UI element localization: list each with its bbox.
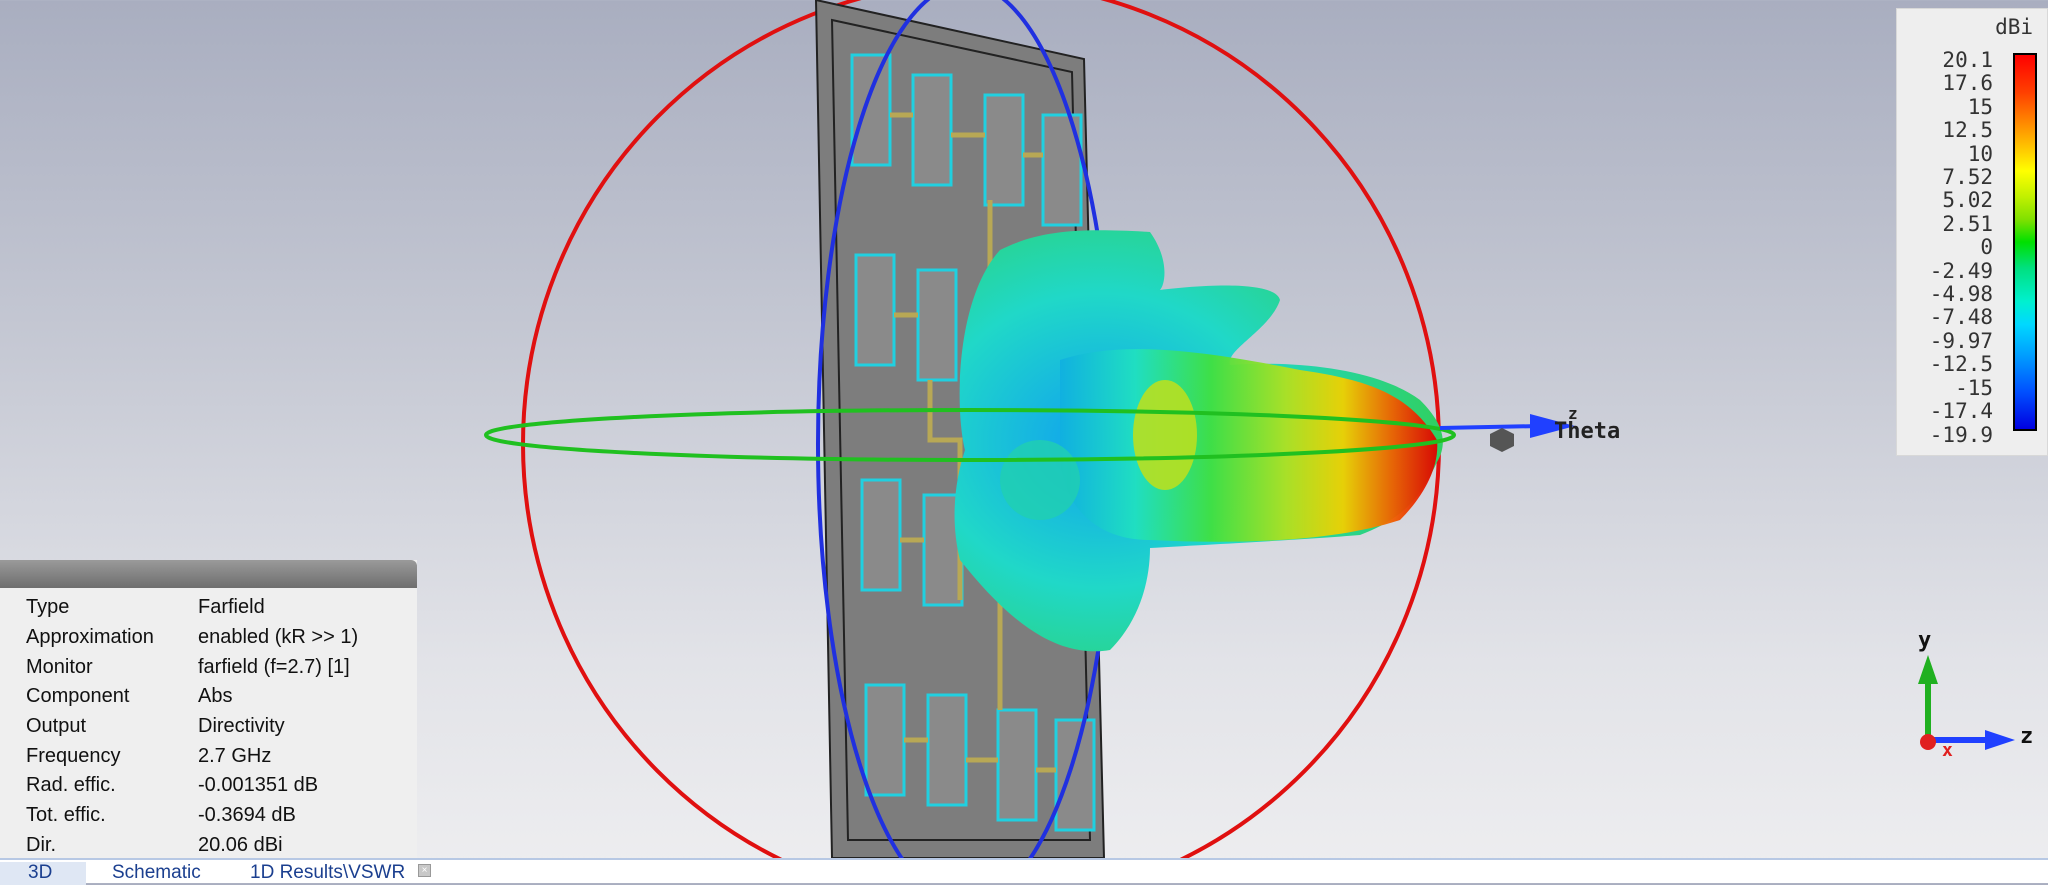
- info-row: Tot. effic. -0.3694 dB: [26, 801, 358, 831]
- legend-tick: 2.51: [1942, 211, 1993, 236]
- axis-z-label: z: [2020, 724, 2034, 749]
- tab-1d-results-vswr[interactable]: 1D Results\VSWR: [250, 862, 405, 884]
- tab-schematic[interactable]: Schematic: [112, 862, 201, 884]
- legend-tick: -9.97: [1929, 328, 1993, 353]
- info-row: Type Farfield: [26, 593, 358, 623]
- legend-tick: -12.5: [1929, 352, 1993, 377]
- legend-tick: 15: [1967, 94, 1993, 119]
- legend-unit: dBi: [1995, 15, 2033, 39]
- info-value: Directivity: [198, 715, 285, 738]
- legend-tick: -4.98: [1929, 282, 1993, 307]
- info-value: 20.06 dBi: [198, 833, 283, 856]
- z-small-label: z: [1568, 404, 1578, 423]
- info-key: Tot. effic.: [26, 804, 106, 827]
- legend-tick: 10: [1967, 141, 1993, 166]
- legend-ticks: 20.1 17.6 15 12.5 10 7.52 5.02 2.51 0 -2…: [1903, 48, 1993, 447]
- info-key: Type: [26, 596, 70, 619]
- info-row: Dir. 20.06 dBi: [26, 831, 358, 861]
- info-table: Type Farfield Approximation enabled (kR >>…: [26, 593, 358, 860]
- farfield-pattern: [954, 230, 1443, 652]
- info-key: Component: [26, 685, 130, 708]
- info-key: Dir.: [26, 833, 56, 856]
- axis-x-label: x: [1942, 740, 1953, 761]
- color-scale-legend: dBi 20.1 17.6 15 12.5 10 7.52 5.02 2.51 …: [1896, 8, 2048, 456]
- info-row: Output Directivity: [26, 712, 358, 742]
- legend-tick: -17.4: [1929, 399, 1993, 424]
- legend-tick: 7.52: [1942, 165, 1993, 190]
- legend-tick: -7.48: [1929, 305, 1993, 330]
- info-value: Farfield: [198, 596, 265, 619]
- farfield-info-panel: Type Farfield Approximation enabled (kR >>…: [0, 560, 417, 858]
- info-key: Rad. effic.: [26, 774, 116, 797]
- info-key: Frequency: [26, 744, 121, 767]
- info-row: Frequency 2.7 GHz: [26, 741, 358, 771]
- info-value: farfield (f=2.7) [1]: [198, 655, 350, 678]
- view-tab-bar: 3D Schematic 1D Results\VSWR ×: [0, 858, 2048, 885]
- legend-tick: 5.02: [1942, 188, 1993, 213]
- axis-y-label: y: [1918, 628, 1932, 653]
- info-key: Output: [26, 715, 87, 738]
- info-value: Abs: [198, 685, 233, 708]
- legend-tick: 17.6: [1942, 71, 1993, 96]
- info-key: Approximation: [26, 626, 154, 649]
- info-key: Monitor: [26, 655, 93, 678]
- info-row: Approximation enabled (kR >> 1): [26, 623, 358, 653]
- tab-3d[interactable]: 3D: [0, 862, 86, 885]
- info-panel-header: [0, 560, 417, 588]
- close-tab-icon[interactable]: ×: [418, 864, 431, 877]
- axis-triad[interactable]: [1918, 655, 2015, 750]
- info-value: -0.3694 dB: [198, 804, 296, 827]
- info-row: Component Abs: [26, 682, 358, 712]
- info-value: -0.001351 dB: [198, 774, 319, 797]
- legend-tick: 12.5: [1942, 118, 1993, 143]
- legend-tick: -19.9: [1929, 422, 1993, 447]
- info-row: Monitor farfield (f=2.7) [1]: [26, 652, 358, 682]
- legend-color-bar: [2013, 53, 2037, 431]
- theta-label: Theta: [1554, 419, 1621, 444]
- info-row: Rad. effic. -0.001351 dB: [26, 771, 358, 801]
- legend-tick: -15: [1955, 375, 1993, 400]
- legend-tick: 0: [1980, 235, 1993, 260]
- legend-tick: -2.49: [1929, 258, 1993, 283]
- legend-tick: 20.1: [1942, 48, 1993, 72]
- info-value: enabled (kR >> 1): [198, 626, 359, 649]
- info-value: 2.7 GHz: [198, 744, 272, 767]
